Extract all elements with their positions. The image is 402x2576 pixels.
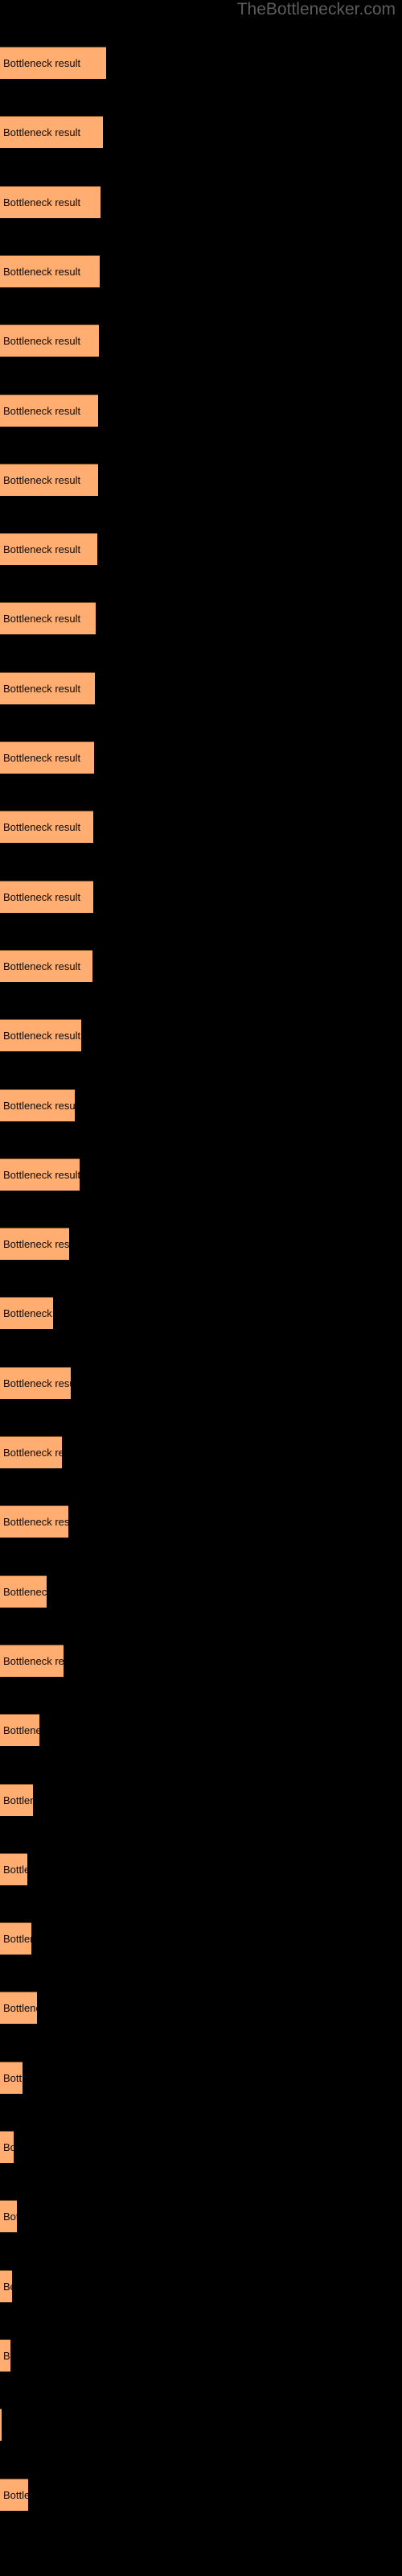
bar-35[interactable]: Bottleneck result	[0, 2409, 2, 2442]
bar-label: Bottleneck result	[3, 1030, 81, 1042]
bar-label: Bottleneck result	[3, 126, 81, 139]
bar-28[interactable]: Bottleneck result	[0, 1922, 31, 1955]
bar-26[interactable]: Bottleneck result	[0, 1783, 34, 1816]
bar-2[interactable]: Bottleneck result	[0, 116, 103, 149]
bar-label: Bottleneck result	[3, 1099, 75, 1112]
bar-15[interactable]: Bottleneck result	[0, 1019, 82, 1052]
bar-label: Bottleneck result	[3, 1377, 71, 1389]
bar-label: Bottleneck result	[3, 2280, 12, 2293]
bar-30[interactable]: Bottleneck result	[0, 2061, 23, 2094]
bar-34[interactable]: Bottleneck result	[0, 2339, 11, 2372]
bar-label: Bottleneck result	[3, 2211, 17, 2223]
bar-18[interactable]: Bottleneck result	[0, 1228, 70, 1261]
bar-label: Bottleneck result	[3, 1585, 47, 1598]
bar-label: Bottleneck result	[3, 2071, 23, 2084]
bar-label: Bottleneck result	[3, 265, 81, 278]
bar-19[interactable]: Bottleneck result	[0, 1297, 53, 1330]
bar-label: Bottleneck result	[3, 821, 81, 834]
bar-label: Bottleneck result	[3, 1307, 53, 1320]
bar-label: Bottleneck result	[3, 196, 81, 208]
bar-5[interactable]: Bottleneck result	[0, 324, 100, 357]
bar-10[interactable]: Bottleneck result	[0, 671, 96, 704]
bar-25[interactable]: Bottleneck result	[0, 1714, 39, 1747]
bar-label: Bottleneck result	[3, 1794, 33, 1806]
bar-23[interactable]: Bottleneck result	[0, 1575, 47, 1608]
bar-label: Bottleneck result	[3, 2349, 10, 2362]
bar-8[interactable]: Bottleneck result	[0, 533, 97, 566]
bar-4[interactable]: Bottleneck result	[0, 254, 100, 287]
bar-16[interactable]: Bottleneck result	[0, 1088, 75, 1121]
bar-24[interactable]: Bottleneck result	[0, 1644, 64, 1677]
bar-label: Bottleneck result	[3, 404, 81, 417]
bar-17[interactable]: Bottleneck result	[0, 1158, 80, 1191]
bar-label: Bottleneck result	[3, 752, 81, 764]
bar-label: Bottleneck result	[3, 2141, 14, 2153]
bar-31[interactable]: Bottleneck result	[0, 2131, 14, 2163]
bar-label: Bottleneck result	[3, 1933, 31, 1946]
bar-29[interactable]: Bottleneck result	[0, 1992, 38, 2025]
bar-label: Bottleneck result	[3, 613, 81, 625]
horizontal-bar-chart: Bottleneck result Bottleneck result Bottle…	[0, 0, 402, 2576]
bar-label: Bottleneck result	[3, 1447, 62, 1459]
bar-1[interactable]: Bottleneck result	[0, 47, 106, 79]
bar-7[interactable]: Bottleneck result	[0, 463, 98, 496]
bar-label: Bottleneck result	[3, 335, 81, 348]
bar-6[interactable]: Bottleneck result	[0, 394, 98, 427]
bar-label: Bottleneck result	[3, 2002, 37, 2015]
bar-20[interactable]: Bottleneck result	[0, 1366, 71, 1399]
bar-36[interactable]: Bottleneck result	[0, 2478, 29, 2511]
bar-label: Bottleneck result	[3, 473, 81, 486]
bar-27[interactable]: Bottleneck result	[0, 1852, 28, 1885]
bar-label: Bottleneck result	[3, 543, 81, 556]
bar-3[interactable]: Bottleneck result	[0, 185, 101, 218]
bar-label: Bottleneck result	[3, 1654, 64, 1667]
bar-label: Bottleneck result	[3, 890, 81, 903]
bar-label: Bottleneck result	[3, 57, 81, 69]
bar-32[interactable]: Bottleneck result	[0, 2200, 17, 2233]
bar-12[interactable]: Bottleneck result	[0, 811, 93, 844]
bar-label: Bottleneck result	[3, 1863, 27, 1876]
bar-13[interactable]: Bottleneck result	[0, 880, 93, 913]
bar-21[interactable]: Bottleneck result	[0, 1436, 62, 1468]
bar-11[interactable]: Bottleneck result	[0, 741, 94, 774]
bar-14[interactable]: Bottleneck result	[0, 949, 92, 982]
bar-label: Bottleneck result	[3, 1168, 80, 1181]
bar-label: Bottleneck result	[3, 682, 81, 695]
bar-label: Bottleneck result	[3, 1238, 70, 1251]
bar-label: Bottleneck result	[3, 2488, 28, 2501]
bar-label: Bottleneck result	[3, 1724, 39, 1737]
chart-page: TheBottlenecker.com Bottleneck result Bot…	[0, 0, 402, 2576]
bar-label: Bottleneck result	[3, 1516, 69, 1529]
bar-33[interactable]: Bottleneck result	[0, 2269, 12, 2302]
bar-9[interactable]: Bottleneck result	[0, 602, 96, 635]
bar-label: Bottleneck result	[3, 960, 81, 972]
bar-22[interactable]: Bottleneck result	[0, 1505, 69, 1538]
